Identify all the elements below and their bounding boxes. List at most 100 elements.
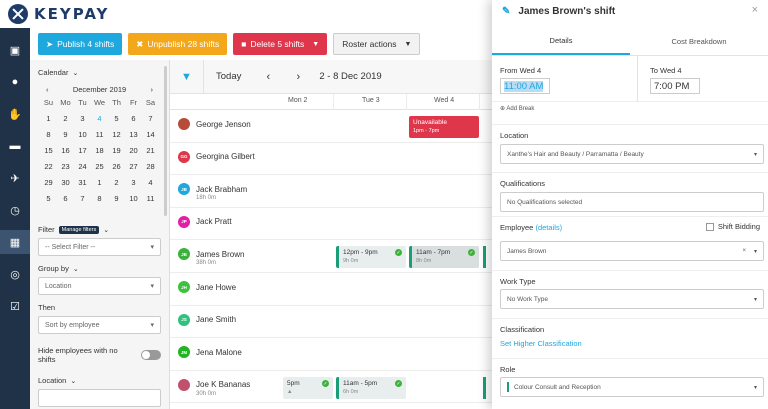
- calendar-day[interactable]: 2: [57, 114, 74, 123]
- manage-filters-button[interactable]: Manage filters: [58, 225, 100, 234]
- calendar-prev-icon[interactable]: ‹: [46, 85, 49, 94]
- calendar-day[interactable]: 26: [108, 162, 125, 171]
- calendar-day[interactable]: 28: [142, 162, 159, 171]
- calendar-day[interactable]: 29: [40, 178, 57, 187]
- calendar-day[interactable]: 8: [40, 130, 57, 139]
- calendar-day[interactable]: 1: [40, 114, 57, 123]
- calendar-day[interactable]: 10: [74, 130, 91, 139]
- employee-details-link[interactable]: (details): [535, 223, 562, 232]
- shift-block-selected[interactable]: 11am - 7pm 8h 0m ✓: [409, 246, 479, 268]
- chevron-down-icon[interactable]: ⌄: [103, 226, 109, 234]
- unavailable-block[interactable]: Unavailable 1pm - 7pm: [409, 116, 479, 138]
- calendar-day[interactable]: 17: [74, 146, 91, 155]
- tab-details[interactable]: Details: [492, 28, 630, 55]
- calendar-day[interactable]: 14: [142, 130, 159, 139]
- calendar-day[interactable]: 27: [125, 162, 142, 171]
- shift-bidding-checkbox[interactable]: [705, 222, 714, 231]
- plane-icon[interactable]: ✈: [0, 166, 30, 190]
- employee-name-cell[interactable]: JB James Brown: [178, 248, 244, 261]
- calendar-day[interactable]: 5: [40, 194, 57, 203]
- calendar-day[interactable]: 5: [108, 114, 125, 123]
- prev-week-icon[interactable]: ‹: [253, 71, 283, 83]
- calendar-day[interactable]: 7: [74, 194, 91, 203]
- employee-name-cell[interactable]: George Jenson: [178, 118, 251, 130]
- close-icon[interactable]: ×: [752, 4, 758, 16]
- shift-block-edge[interactable]: [483, 246, 486, 268]
- employee-name-cell[interactable]: Joe K Bananas: [178, 378, 250, 391]
- calendar-day[interactable]: 11: [142, 194, 159, 203]
- calendar-next-icon[interactable]: ›: [151, 85, 154, 94]
- clear-icon[interactable]: ×: [742, 248, 746, 254]
- calendar-day[interactable]: 18: [91, 146, 108, 155]
- sidebar-scrollbar[interactable]: [164, 66, 167, 216]
- from-time-input[interactable]: 11:00 AM: [500, 78, 550, 94]
- calendar-day[interactable]: 31: [74, 178, 91, 187]
- roster-actions-button[interactable]: Roster actions ▼: [333, 33, 421, 55]
- calendar-section-header[interactable]: Calendar ⌄: [30, 60, 169, 77]
- filter-funnel-icon[interactable]: ▼: [170, 59, 204, 94]
- location-select[interactable]: [38, 389, 161, 407]
- work-type-select[interactable]: No Work Type ▾: [500, 289, 764, 309]
- shift-block[interactable]: 12pm - 9pm 9h 0m ✓: [336, 246, 406, 268]
- hand-money-icon[interactable]: ✋: [0, 102, 30, 126]
- shift-block-edge[interactable]: [483, 377, 486, 399]
- role-select[interactable]: Colour Consult and Reception ▾: [500, 377, 764, 397]
- calendar-day[interactable]: 20: [125, 146, 142, 155]
- calendar-day[interactable]: 9: [108, 194, 125, 203]
- employee-select[interactable]: James Brown × ▾: [500, 241, 764, 261]
- delete-button[interactable]: ■ Delete 5 shifts ▼: [233, 33, 328, 55]
- calendar-day[interactable]: 7: [142, 114, 159, 123]
- employee-name-cell[interactable]: JM Jena Malone: [178, 346, 242, 359]
- calendar-icon[interactable]: ▦: [0, 230, 30, 254]
- calendar-day[interactable]: 9: [57, 130, 74, 139]
- employee-name-cell[interactable]: JS Jane Smith: [178, 313, 236, 326]
- filter-select[interactable]: -- Select Filter -- ▾: [38, 238, 161, 256]
- shift-block[interactable]: 11am - 5pm 6h 0m ✓: [336, 377, 406, 399]
- calendar-day[interactable]: 13: [125, 130, 142, 139]
- calendar-day[interactable]: 4: [91, 114, 108, 123]
- employee-name-cell[interactable]: GG Georgina Gilbert: [178, 150, 255, 163]
- calendar-day[interactable]: 24: [74, 162, 91, 171]
- add-break-button[interactable]: ⊕ Add Break: [500, 105, 534, 112]
- employee-name-cell[interactable]: JH Jane Howe: [178, 281, 236, 293]
- coins-icon[interactable]: ◎: [0, 262, 30, 286]
- calendar-day[interactable]: 12: [108, 130, 125, 139]
- publish-button[interactable]: ➤ Publish 4 shifts: [38, 33, 123, 55]
- clock-icon[interactable]: ◷: [0, 198, 30, 222]
- calendar-day[interactable]: 21: [142, 146, 159, 155]
- calendar-day[interactable]: 15: [40, 146, 57, 155]
- next-week-icon[interactable]: ›: [283, 71, 313, 83]
- today-button[interactable]: Today: [204, 71, 253, 82]
- app-logo[interactable]: KEYPAY: [0, 4, 109, 24]
- unpublish-button[interactable]: ✖ Unpublish 28 shifts: [128, 33, 228, 55]
- group-by-select[interactable]: Location ▾: [38, 277, 161, 295]
- tab-cost-breakdown[interactable]: Cost Breakdown: [630, 28, 768, 55]
- folder-icon[interactable]: ▬: [0, 134, 30, 158]
- employee-name-cell[interactable]: JP Jack Pratt: [178, 215, 232, 228]
- clipboard-icon[interactable]: ☑: [0, 294, 30, 318]
- calendar-day[interactable]: 19: [108, 146, 125, 155]
- calendar-day[interactable]: 25: [91, 162, 108, 171]
- to-time-input[interactable]: 7:00 PM: [650, 78, 700, 94]
- calendar-day[interactable]: 3: [74, 114, 91, 123]
- calendar-day[interactable]: 10: [125, 194, 142, 203]
- calendar-day[interactable]: 3: [125, 178, 142, 187]
- calendar-day[interactable]: 30: [57, 178, 74, 187]
- calendar-day[interactable]: 8: [91, 194, 108, 203]
- calendar-day[interactable]: 23: [57, 162, 74, 171]
- calendar-day[interactable]: 11: [91, 130, 108, 139]
- chevron-down-icon[interactable]: ⌄: [70, 377, 76, 385]
- employee-name-cell[interactable]: JB Jack Brabham: [178, 183, 247, 196]
- calendar-day[interactable]: 4: [142, 178, 159, 187]
- higher-classification-link[interactable]: Set Higher Classification: [500, 339, 582, 348]
- calendar-day[interactable]: 6: [125, 114, 142, 123]
- briefcase-icon[interactable]: ▣: [0, 38, 30, 62]
- chevron-down-icon[interactable]: ▼: [312, 41, 319, 48]
- shift-block[interactable]: 5pm ▲ ✓: [283, 377, 333, 399]
- calendar-day[interactable]: 2: [108, 178, 125, 187]
- calendar-day[interactable]: 6: [57, 194, 74, 203]
- sort-select[interactable]: Sort by employee ▾: [38, 316, 161, 334]
- location-select[interactable]: Xanthe's Hair and Beauty / Parramatta / …: [500, 144, 764, 164]
- chevron-down-icon[interactable]: ⌄: [73, 265, 79, 273]
- calendar-day[interactable]: 1: [91, 178, 108, 187]
